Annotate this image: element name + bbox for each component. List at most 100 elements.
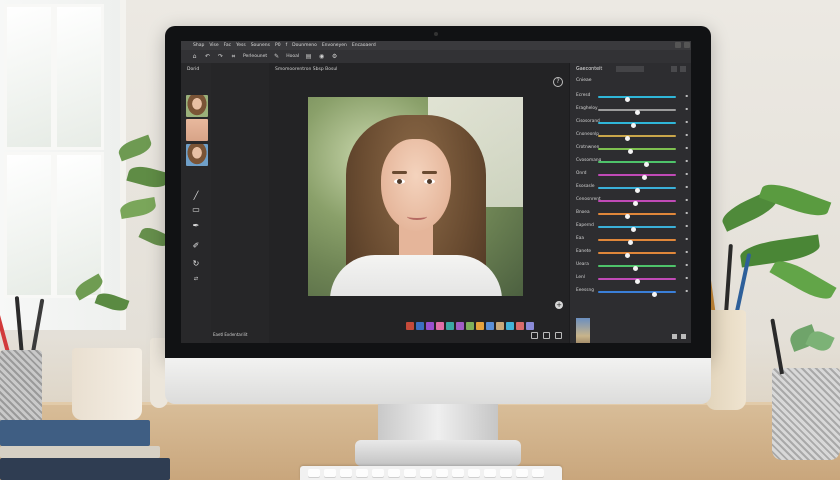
marquee-tool-icon[interactable]: ▭ [190, 205, 202, 214]
portrait-photo[interactable] [308, 97, 523, 296]
adjustment-slider-track[interactable] [598, 239, 676, 245]
adjustment-slider-track[interactable] [598, 122, 676, 128]
adjustment-slider-handle[interactable] [630, 227, 636, 232]
filter-preset-thumbnail[interactable] [446, 322, 454, 330]
filter-preset-thumbnail[interactable] [426, 322, 434, 330]
adjustment-slider-handle[interactable] [651, 292, 657, 297]
filter-preset-thumbnail[interactable] [436, 322, 444, 330]
adjustment-slider-track[interactable] [598, 213, 676, 219]
adjustment-slider-handle[interactable] [628, 240, 634, 245]
adjustment-slider-handle[interactable] [630, 123, 636, 128]
maximize-icon[interactable] [684, 42, 690, 48]
filter-preset-thumbnail[interactable] [526, 322, 534, 330]
panel-close-icon[interactable] [680, 66, 686, 72]
adjustment-slider-handle[interactable] [643, 162, 649, 167]
adjustment-slider-track[interactable] [598, 174, 676, 180]
adjustment-slider-track[interactable] [598, 109, 676, 115]
help-icon[interactable]: ? [553, 77, 563, 87]
portrait-thumbnail[interactable] [186, 95, 208, 117]
document-tab[interactable]: Smomoorentron Sbsp Bosul [275, 67, 337, 72]
menu-item[interactable]: Sounens [251, 43, 270, 48]
adjustment-row[interactable]: Eeessng ▪ [576, 288, 688, 297]
adjustment-slider-handle[interactable] [634, 110, 640, 115]
adjustment-slider-handle[interactable] [642, 175, 648, 180]
compare-icon[interactable] [555, 332, 562, 339]
adjustment-row[interactable]: Eapernd ▪ [576, 223, 688, 232]
adjustment-slider-track[interactable] [598, 187, 676, 193]
adjustment-slider-handle[interactable] [625, 214, 631, 219]
adjustment-slider-track[interactable] [598, 252, 676, 258]
undo-icon[interactable]: ↶ [204, 53, 211, 60]
skin-thumbnail[interactable] [186, 119, 208, 141]
adjustment-row[interactable]: Cvosomang ▪ [576, 158, 688, 167]
adjustment-slider-track[interactable] [598, 200, 676, 206]
layers-icon[interactable]: ▤ [305, 53, 312, 60]
line-tool-icon[interactable]: ╱ [190, 191, 202, 200]
adjustment-row[interactable]: Bnoea ▪ [576, 210, 688, 219]
adjustment-slider-track[interactable] [598, 265, 676, 271]
filter-preset-thumbnail[interactable] [506, 322, 514, 330]
adjustment-slider-handle[interactable] [634, 188, 640, 193]
menu-item[interactable]: Encaoaerd [352, 43, 376, 48]
fit-screen-icon[interactable] [531, 332, 538, 339]
menu-item[interactable]: Fac [224, 43, 231, 48]
menu-item[interactable]: Envoneyen [322, 43, 347, 48]
adjustments-value-box[interactable] [616, 66, 644, 72]
menu-item[interactable]: Vise [209, 43, 218, 48]
adjustment-slider-handle[interactable] [632, 201, 638, 206]
adjustment-row[interactable]: Cnoneonlp ▪ [576, 132, 688, 141]
trash-icon[interactable] [681, 334, 686, 339]
swap-colors-icon[interactable]: ⇄ [190, 275, 202, 284]
filter-preset-thumbnail[interactable] [456, 322, 464, 330]
history-brush-icon[interactable]: ↻ [190, 259, 202, 268]
toolbar-label[interactable]: Perleounet [243, 54, 267, 59]
filter-preset-thumbnail[interactable] [516, 322, 524, 330]
adjustment-slider-track[interactable] [598, 161, 676, 167]
adjustment-slider-handle[interactable] [625, 136, 631, 141]
filter-preset-thumbnail[interactable] [476, 322, 484, 330]
brush-icon[interactable]: ✎ [273, 53, 280, 60]
adjustment-slider-handle[interactable] [625, 253, 631, 258]
settings-icon[interactable]: ⚙ [331, 53, 338, 60]
adjustment-row[interactable]: Eaa ▪ [576, 236, 688, 245]
filter-preset-thumbnail[interactable] [496, 322, 504, 330]
brush-tool-icon[interactable]: ✐ [190, 241, 202, 250]
adjustment-row[interactable]: Eanete ▪ [576, 249, 688, 258]
adjustment-slider-track[interactable] [598, 148, 676, 154]
zoom-in-icon[interactable]: + [555, 301, 563, 309]
adjustment-slider-track[interactable] [598, 278, 676, 284]
reset-icon[interactable] [672, 334, 677, 339]
panel-menu-icon[interactable] [671, 66, 677, 72]
filter-preset-thumbnail[interactable] [486, 322, 494, 330]
adjustment-slider-handle[interactable] [634, 279, 640, 284]
adjustment-row[interactable]: Onrd ▪ [576, 171, 688, 180]
adjustment-row[interactable]: Crotnwnen ▪ [576, 145, 688, 154]
filter-preset-thumbnail[interactable] [406, 322, 414, 330]
preview-thumbnail[interactable] [576, 318, 590, 343]
toolbar-label[interactable]: Hooal [286, 54, 299, 59]
adjustment-slider-handle[interactable] [628, 149, 634, 154]
adjustment-row[interactable]: Ecresd ▪ [576, 93, 688, 102]
adjustment-slider-track[interactable] [598, 135, 676, 141]
filter-preset-thumbnail[interactable] [416, 322, 424, 330]
menu-item[interactable]: f [286, 43, 288, 48]
adjustment-row[interactable]: Cenosnrent ▪ [576, 197, 688, 206]
redo-icon[interactable]: ↷ [217, 53, 224, 60]
adjustment-slider-track[interactable] [598, 291, 676, 297]
adjustment-row[interactable]: Esosasle ▪ [576, 184, 688, 193]
portrait-thumbnail[interactable] [186, 144, 208, 166]
preset-selector[interactable]: Cnieae [576, 78, 592, 83]
adjustment-row[interactable]: Ueara ▪ [576, 262, 688, 271]
crop-icon[interactable]: ⌗ [230, 53, 237, 60]
eye-icon[interactable]: ◉ [318, 53, 325, 60]
adjustment-row[interactable]: Eragheloy ▪ [576, 106, 688, 115]
pen-tool-icon[interactable]: ✒ [190, 221, 202, 230]
grid-icon[interactable] [543, 332, 550, 339]
adjustment-row[interactable]: Cisosorand ▪ [576, 119, 688, 128]
minimize-icon[interactable] [675, 42, 681, 48]
adjustment-slider-handle[interactable] [625, 97, 631, 102]
adjustment-slider-track[interactable] [598, 96, 676, 102]
menu-item[interactable]: Dounmeno [292, 43, 317, 48]
menu-item[interactable]: Yess [236, 43, 246, 48]
home-icon[interactable]: ⌂ [191, 53, 198, 60]
